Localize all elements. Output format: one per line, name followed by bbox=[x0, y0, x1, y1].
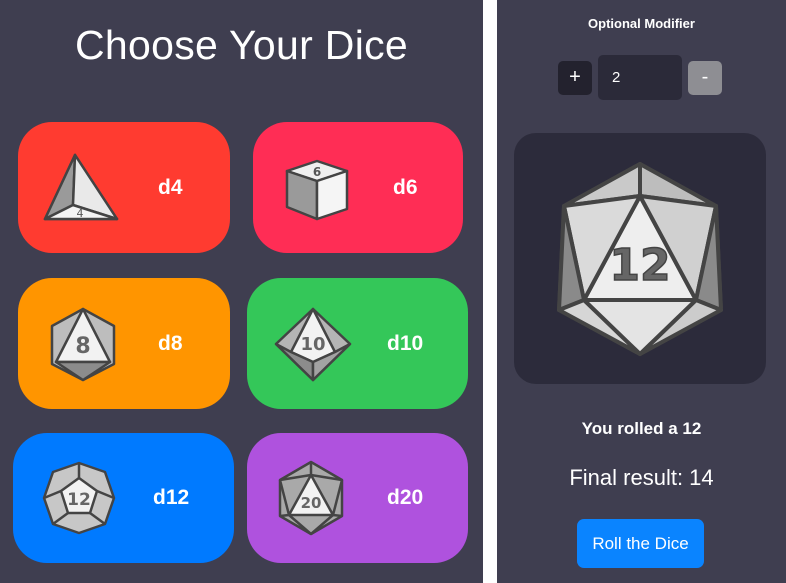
rolled-die-display: 12 bbox=[514, 133, 766, 384]
die-label-d6: d6 bbox=[393, 175, 418, 199]
die-card-d4[interactable]: 4 d4 bbox=[18, 122, 230, 253]
svg-text:12: 12 bbox=[609, 240, 670, 291]
d12-dodecahedron-icon: 12 bbox=[42, 461, 116, 535]
page-title: Choose Your Dice bbox=[74, 22, 409, 68]
d10-trapezohedron-icon: 10 bbox=[274, 307, 352, 381]
d6-cube-icon: 6 bbox=[285, 159, 349, 220]
svg-text:4: 4 bbox=[77, 207, 84, 220]
final-result-text: Final result: 14 bbox=[569, 465, 714, 490]
dice-roller-panel: Optional Modifier + - 12 You rolled a 12… bbox=[497, 0, 786, 583]
d4-tetrahedron-icon: 4 bbox=[43, 153, 119, 220]
dice-chooser-panel: Choose Your Dice 4 d4 6 d6 8 d8 10 d10 1… bbox=[0, 0, 483, 583]
d20-icosahedron-icon: 20 bbox=[278, 460, 344, 536]
svg-text:6: 6 bbox=[313, 165, 321, 179]
svg-text:12: 12 bbox=[67, 490, 91, 510]
die-card-d10[interactable]: 10 d10 bbox=[247, 278, 468, 409]
increment-modifier-button[interactable]: + bbox=[558, 61, 592, 95]
die-card-d20[interactable]: 20 d20 bbox=[247, 433, 468, 563]
svg-text:10: 10 bbox=[300, 334, 325, 355]
die-label-d20: d20 bbox=[387, 486, 424, 509]
die-card-d12[interactable]: 12 d12 bbox=[13, 433, 234, 563]
d20-icosahedron-icon: 12 bbox=[557, 162, 723, 356]
rolled-value-text: You rolled a 12 bbox=[581, 419, 702, 438]
die-card-d6[interactable]: 6 d6 bbox=[253, 122, 463, 253]
svg-text:8: 8 bbox=[75, 334, 90, 359]
modifier-label: Optional Modifier bbox=[588, 16, 695, 31]
svg-text:20: 20 bbox=[301, 494, 322, 512]
roll-dice-button[interactable]: Roll the Dice bbox=[577, 519, 704, 568]
decrement-modifier-button[interactable]: - bbox=[688, 61, 722, 95]
die-label-d8: d8 bbox=[158, 331, 183, 355]
die-card-d8[interactable]: 8 d8 bbox=[18, 278, 230, 409]
die-label-d12: d12 bbox=[153, 486, 190, 509]
modifier-input[interactable] bbox=[598, 55, 682, 100]
d8-octahedron-icon: 8 bbox=[50, 307, 116, 381]
die-label-d4: d4 bbox=[158, 175, 183, 199]
die-label-d10: d10 bbox=[387, 331, 424, 355]
